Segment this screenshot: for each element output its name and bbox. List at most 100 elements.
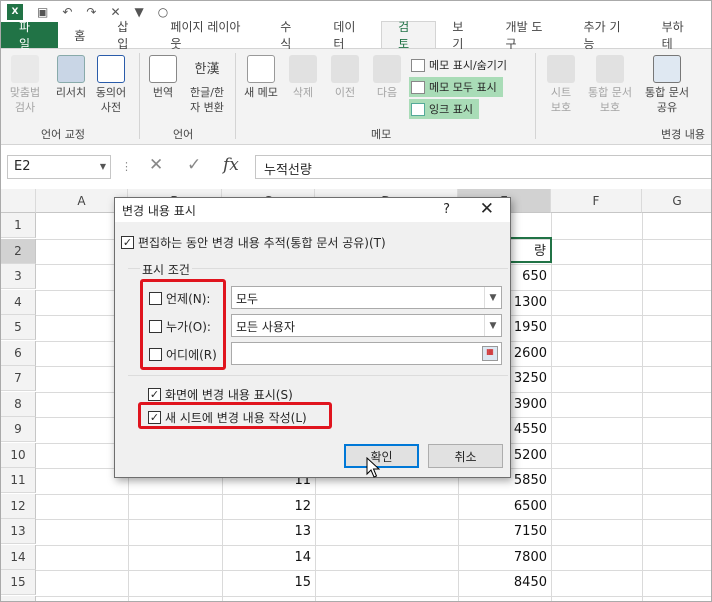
share-workbook-button[interactable]: 통합 문서 공유	[639, 55, 695, 115]
prev-memo-button[interactable]: 이전	[327, 55, 363, 100]
cell-e[interactable]: 7800	[458, 545, 551, 570]
checkbox-checked: ✓	[121, 236, 134, 249]
cell-d[interactable]: 14	[222, 545, 315, 570]
chevron-down-icon[interactable]: ▼	[484, 287, 501, 308]
ribbon: 맞춤법 검사 리서치 동의어 사전 언어 교정 번역 한漢 한글/한 자 변환 …	[1, 49, 711, 145]
tab-data[interactable]: 데이터	[317, 20, 381, 51]
help-button[interactable]: ?	[443, 202, 450, 217]
cell-d[interactable]: 15	[222, 570, 315, 595]
range-picker-icon[interactable]: ▦	[482, 346, 498, 361]
row-header[interactable]: 5	[1, 315, 36, 340]
insert-function-icon[interactable]: fx	[223, 155, 239, 175]
tab-formulas[interactable]: 수식	[264, 20, 317, 51]
protect-workbook-button[interactable]: 통합 문서 보호	[583, 55, 637, 115]
column-header[interactable]: G	[642, 189, 711, 213]
select-all-corner[interactable]	[1, 189, 36, 213]
spelling-button[interactable]: 맞춤법 검사	[7, 55, 43, 115]
protect-sheet-button[interactable]: 시트 보호	[541, 55, 581, 115]
cell-d[interactable]: 16	[222, 596, 315, 602]
tab-file[interactable]: 파일	[1, 20, 59, 51]
row-header[interactable]: 15	[1, 570, 36, 595]
excel-window: X ▣ ↶ ↷ ✕ ▼ ○ 파일 홈 삽입 페이지 레이아웃 수식 데이터 검토…	[0, 0, 712, 602]
show-on-screen-label: 화면에 변경 내용 표시(S)	[165, 388, 293, 402]
more-icon: ⋮	[121, 160, 132, 173]
show-hide-memo-button[interactable]: 메모 표시/숨기기	[409, 55, 513, 75]
delete-icon	[289, 55, 317, 83]
formula-input[interactable]: 누적선량	[255, 155, 711, 179]
track-changes-checkbox[interactable]: ✓ 편집하는 동안 변경 내용 추적(통합 문서 공유)(T)	[121, 234, 386, 251]
row-header[interactable]: 6	[1, 340, 36, 366]
tab-insert[interactable]: 삽입	[101, 20, 154, 51]
tab-view[interactable]: 보기	[436, 20, 489, 51]
chevron-down-icon[interactable]: ▼	[484, 315, 501, 336]
tab-developer[interactable]: 개발 도구	[490, 20, 568, 51]
row-header[interactable]: 3	[1, 264, 36, 289]
cell-e[interactable]: 6500	[458, 494, 551, 519]
when-select[interactable]: 모두 ▼	[231, 286, 502, 309]
row-header[interactable]: 8	[1, 391, 36, 417]
highlight-box	[140, 279, 226, 370]
next-memo-button[interactable]: 다음	[369, 55, 405, 100]
close-button[interactable]: ✕	[480, 199, 494, 219]
cell-e[interactable]: 8450	[458, 570, 551, 595]
tab-home[interactable]: 홈	[58, 22, 101, 48]
row-header[interactable]: 16	[1, 595, 36, 601]
cancel-icon[interactable]: ✕	[149, 155, 163, 175]
gridline	[551, 213, 552, 601]
undo-icon[interactable]: ↶	[62, 5, 72, 19]
translate-button[interactable]: 번역	[145, 55, 181, 100]
when-value: 모두	[236, 292, 259, 306]
new-memo-icon	[247, 55, 275, 83]
circle-icon[interactable]: ○	[158, 5, 168, 19]
row-header[interactable]: 11	[1, 468, 36, 493]
filter-group-label: 표시 조건	[140, 261, 192, 278]
tab-load-test[interactable]: 부하 테	[646, 20, 711, 51]
share-workbook-icon	[653, 55, 681, 83]
delete-memo-button[interactable]: 삭제	[285, 55, 321, 100]
row-header[interactable]: 9	[1, 417, 36, 442]
cell-e[interactable]: 7150	[458, 519, 551, 544]
row-header[interactable]: 2	[1, 238, 36, 264]
tab-review[interactable]: 검토	[381, 20, 437, 51]
save-icon[interactable]: ▣	[37, 5, 48, 19]
thesaurus-button[interactable]: 동의어 사전	[91, 55, 131, 115]
group-memo-label: 메모	[371, 128, 392, 141]
group-language-label: 언어	[173, 128, 194, 141]
row-header[interactable]: 14	[1, 544, 36, 570]
column-header[interactable]: F	[551, 189, 642, 213]
show-ink-button[interactable]: 잉크 표시	[409, 99, 479, 119]
cell-d[interactable]: 13	[222, 519, 315, 544]
group-changes-label: 변경 내용	[661, 128, 705, 141]
group-proofing-label: 언어 교정	[41, 128, 85, 141]
row-header[interactable]: 13	[1, 519, 36, 544]
show-all-label: 메모 모두 표시	[429, 81, 497, 94]
ok-button[interactable]: 확인	[344, 444, 419, 468]
filter-icon[interactable]: ▼	[135, 5, 144, 19]
tab-addins[interactable]: 추가 기능	[568, 20, 646, 51]
tab-page-layout[interactable]: 페이지 레이아웃	[154, 20, 264, 51]
cell-e[interactable]: 9100	[458, 596, 551, 602]
row-header[interactable]: 12	[1, 493, 36, 519]
confirm-icon[interactable]: ✓	[187, 155, 201, 175]
row-header[interactable]: 1	[1, 213, 36, 238]
row-header[interactable]: 10	[1, 442, 36, 468]
new-memo-button[interactable]: 새 메모	[239, 55, 283, 100]
row-header[interactable]: 7	[1, 366, 36, 391]
redo-icon[interactable]: ↷	[86, 5, 96, 19]
research-button[interactable]: 리서치	[51, 55, 91, 100]
show-hide-label: 메모 표시/숨기기	[429, 59, 508, 72]
hanja-button[interactable]: 한漢 한글/한 자 변환	[183, 55, 231, 115]
who-select[interactable]: 모든 사용자 ▼	[231, 314, 502, 337]
close-icon[interactable]: ✕	[110, 5, 120, 19]
cell-d[interactable]: 12	[222, 494, 315, 519]
cancel-button[interactable]: 취소	[428, 444, 503, 468]
group-separator	[235, 53, 236, 139]
show-all-memos-button[interactable]: 메모 모두 표시	[409, 77, 503, 97]
spelling-icon	[11, 55, 39, 83]
hanja-icon: 한漢	[194, 62, 220, 77]
where-input[interactable]: ▦	[231, 342, 502, 365]
memo-icon	[411, 58, 425, 72]
show-on-screen-checkbox[interactable]: ✓ 화면에 변경 내용 표시(S)	[148, 386, 293, 403]
name-box[interactable]: E2	[7, 155, 111, 179]
row-header[interactable]: 4	[1, 289, 36, 315]
